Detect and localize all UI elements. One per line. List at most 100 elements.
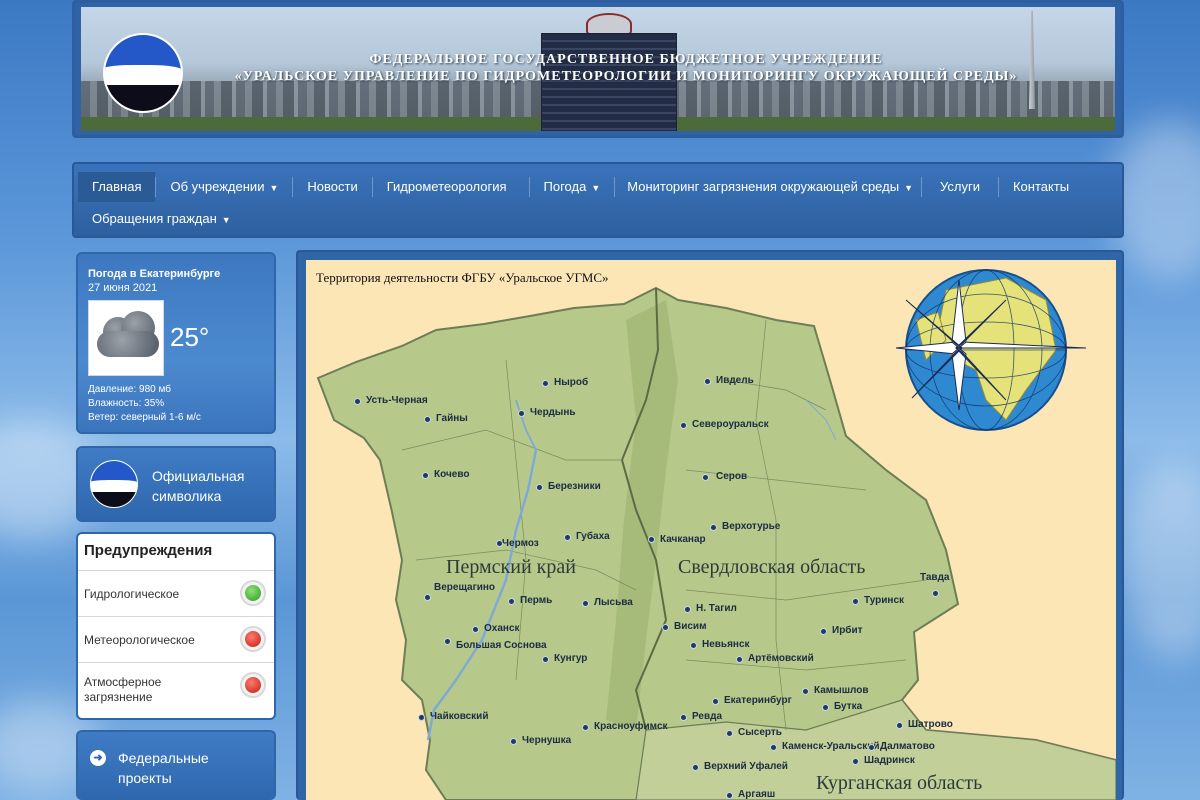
weather-humidity: Влажность: 35% <box>88 398 165 409</box>
nav-item-weather[interactable]: Погода ▼ <box>530 172 615 202</box>
city-label: Ревда <box>692 711 723 722</box>
city-marker <box>582 600 589 607</box>
city-label: Лысьва <box>594 597 633 608</box>
region-label-perm: Пермский край <box>446 556 576 578</box>
nav-item-about[interactable]: Об учреждении ▼ <box>156 172 292 202</box>
city-label: Чайковский <box>430 711 489 722</box>
city-marker <box>932 590 939 597</box>
weather-title: Погода в Екатеринбурге <box>88 268 221 280</box>
warning-label: Атмосферное загрязнение <box>84 675 162 704</box>
city-label: Сысерть <box>738 727 782 738</box>
warning-row-atmospheric[interactable]: Атмосферное загрязнение <box>78 662 274 718</box>
symbolics-label-line1: Официальная <box>152 468 245 484</box>
city-label: Большая Соснова <box>456 640 547 651</box>
city-label: Невьянск <box>702 639 750 650</box>
city-marker <box>542 656 549 663</box>
city-label: Тавда <box>920 572 950 583</box>
federal-label-line2: проекты <box>118 770 172 786</box>
site-title-line2: «УРАЛЬСКОЕ УПРАВЛЕНИЕ ПО ГИДРОМЕТЕОРОЛОГ… <box>234 69 1018 84</box>
nav-item-contacts[interactable]: Контакты <box>999 172 1083 202</box>
city-marker <box>510 738 517 745</box>
nav-item-home[interactable]: Главная <box>78 172 156 202</box>
city-label: Ивдель <box>716 375 754 386</box>
map-caption: Территория деятельности ФГБУ «Уральское … <box>316 270 609 285</box>
weather-widget: Погода в Екатеринбурге 27 июня 2021 25° … <box>76 252 276 434</box>
city-label: Кунгур <box>554 653 588 664</box>
city-marker <box>648 536 655 543</box>
city-marker <box>518 410 525 417</box>
city-label: Березники <box>548 481 601 492</box>
city-marker <box>418 714 425 721</box>
logo-icon <box>90 460 138 508</box>
nav-item-news[interactable]: Новости <box>293 172 371 202</box>
city-label: Верхотурье <box>722 521 781 532</box>
background-cloud <box>1120 460 1200 660</box>
weather-pressure: Давление: 980 мб <box>88 384 171 395</box>
city-label: Губаха <box>576 531 610 542</box>
city-marker <box>852 598 859 605</box>
city-marker <box>536 484 543 491</box>
warning-label: Метеорологическое <box>84 633 195 647</box>
caret-down-icon: ▼ <box>904 183 913 193</box>
city-label: Камышлов <box>814 685 869 696</box>
federal-label-line1: Федеральные <box>118 750 209 766</box>
city-marker <box>852 758 859 765</box>
city-marker <box>472 626 479 633</box>
territory-map[interactable]: Территория деятельности ФГБУ «Уральское … <box>306 260 1116 800</box>
city-label: Шатрово <box>908 719 953 730</box>
city-label: Североуральск <box>692 419 769 430</box>
nav-item-services[interactable]: Услуги <box>922 172 998 202</box>
weather-temperature: 25° <box>170 322 210 352</box>
city-label: Туринск <box>864 595 905 606</box>
symbolics-label-line2: символика <box>152 488 222 504</box>
nav-item-hydrometeorology[interactable]: Гидрометеорология <box>373 172 529 202</box>
city-label: Чермоз <box>502 538 539 549</box>
city-marker <box>690 642 697 649</box>
city-label: Красноуфимск <box>594 721 668 732</box>
city-label: Н. Тагил <box>696 603 737 614</box>
city-marker <box>542 380 549 387</box>
city-label: Гайны <box>436 413 468 424</box>
city-marker <box>770 744 777 751</box>
city-label: Серов <box>716 471 748 482</box>
official-symbolics-link[interactable]: Официальная символика <box>76 446 276 522</box>
federal-projects-link[interactable]: ➜ Федеральные проекты <box>76 730 276 800</box>
region-label-kurgan: Курганская область <box>816 772 983 794</box>
city-marker <box>710 524 717 531</box>
city-marker <box>736 656 743 663</box>
region-label-sverdlovsk: Свердловская область <box>678 556 866 578</box>
header-banner-image: ФЕДЕРАЛЬНОЕ ГОСУДАРСТВЕННОЕ БЮДЖЕТНОЕ УЧ… <box>81 7 1115 131</box>
main-content: Территория деятельности ФГБУ «Уральское … <box>296 250 1124 800</box>
city-marker <box>422 472 429 479</box>
city-label: Качканар <box>660 534 706 545</box>
city-marker <box>726 792 733 799</box>
city-marker <box>868 744 875 751</box>
city-label: Бутка <box>834 701 863 712</box>
warning-row-meteorological[interactable]: Метеорологическое <box>78 616 274 662</box>
city-label: Далматово <box>880 741 935 752</box>
city-marker <box>684 606 691 613</box>
status-green-icon <box>240 580 266 606</box>
caret-down-icon: ▼ <box>591 183 601 193</box>
main-navigation: Главная Об учреждении ▼ Новости Гидромете… <box>72 162 1124 238</box>
warnings-title: Предупреждения <box>84 542 213 559</box>
city-label: Чердынь <box>530 407 576 418</box>
city-marker <box>702 474 709 481</box>
city-marker <box>712 698 719 705</box>
cloudy-icon <box>88 300 164 376</box>
caret-down-icon: ▼ <box>221 215 231 225</box>
site-logo[interactable] <box>103 33 183 113</box>
status-red-icon <box>240 626 266 652</box>
city-label: Шадринск <box>864 755 915 766</box>
city-label: Екатеринбург <box>724 695 792 706</box>
globe-compass-icon <box>895 269 1087 431</box>
city-marker <box>802 688 809 695</box>
warning-row-hydrological[interactable]: Гидрологическое <box>78 570 274 616</box>
city-label: Верещагино <box>434 582 496 593</box>
city-label: Кочево <box>434 469 470 480</box>
city-label: Усть-Черная <box>366 395 428 406</box>
nav-item-appeals[interactable]: Обращения граждан ▼ <box>78 204 245 234</box>
nav-item-monitoring[interactable]: Мониторинг загрязнения окружающей среды ▼ <box>615 172 921 202</box>
weather-wind: Ветер: северный 1-6 м/с <box>88 412 201 423</box>
city-marker <box>444 638 451 645</box>
